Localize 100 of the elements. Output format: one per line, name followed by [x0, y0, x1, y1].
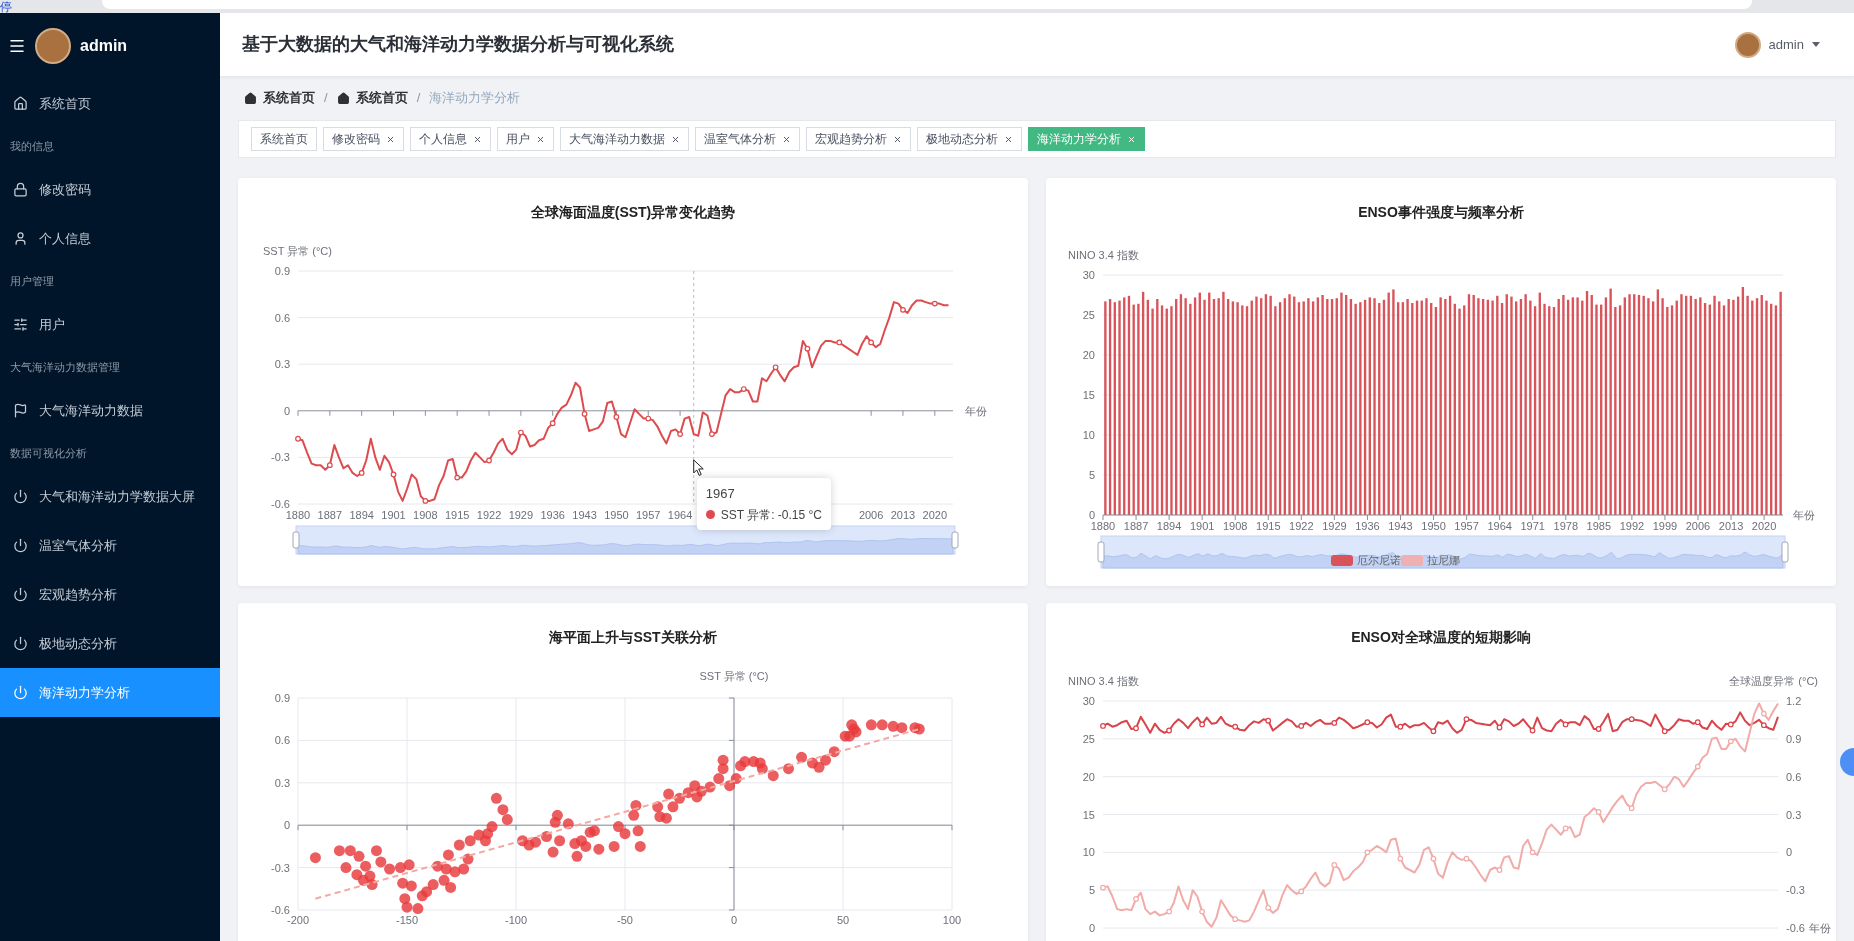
axis-tick-label: 1915 [444, 509, 470, 521]
axis-tick-label: 1908 [1223, 520, 1248, 532]
axis-tick-label: 2020 [922, 509, 948, 521]
axis-tick-label: 0.3 [1786, 808, 1802, 821]
axis-tick-label: 25 [1082, 309, 1095, 321]
axis-tick-label: 20 [1082, 770, 1095, 783]
axis-tick-label: 1880 [1090, 520, 1116, 532]
axis-tick-label: 0.3 [274, 358, 290, 371]
axis-tick-label: 1922 [1289, 520, 1314, 532]
axis-tick-label: 1950 [1421, 520, 1446, 532]
axis-tick-label: 1999 [1652, 520, 1678, 532]
axis-tick-label: 10 [1082, 429, 1095, 441]
axis-tick-label: -0.3 [271, 861, 290, 874]
axis-tick-label: 10 [1082, 846, 1095, 859]
menu-group-label: 数据可视化分析 [10, 446, 87, 462]
axis-tick-label: 2013 [1718, 520, 1744, 532]
axis-tick-label: -150 [396, 914, 418, 926]
axis-tick-label: 25 [1082, 732, 1095, 745]
axis-tick-label: 1.2 [1786, 695, 1802, 707]
axis-tick-label: 0.6 [274, 311, 290, 324]
tooltip-value: SST 异常: -0.15 °C [720, 506, 822, 524]
axis-tick-label: 1957 [1454, 520, 1479, 532]
axis-tick-label: 1929 [1322, 520, 1347, 532]
overlay-character: 停 [0, 0, 12, 14]
axis-title: 年份 [1809, 922, 1831, 934]
axis-tick-label: 1964 [1487, 520, 1512, 532]
axis-tick-label: 1992 [1619, 520, 1645, 532]
axis-tick-label: 1922 [476, 509, 502, 521]
axis-tick-label: 1887 [317, 509, 343, 521]
breadcrumb-separator: / [416, 89, 421, 108]
axis-tick-label: 0 [1786, 846, 1793, 859]
chart-title: 海平面上升与SST关联分析 [549, 628, 717, 647]
axis-tick-label: 5 [1088, 469, 1095, 481]
axis-tick-label: 1943 [572, 509, 597, 521]
axis-tick-label: -0.6 [1786, 922, 1805, 934]
axis-title: SST 异常 (°C) [699, 670, 769, 682]
axis-tick-label: 0.6 [274, 734, 290, 747]
axis-tick-label: 0.9 [1786, 732, 1802, 745]
menu-group-label: 我的信息 [10, 139, 54, 155]
menu-group-label: 大气海洋动力数据管理 [10, 360, 120, 376]
axis-tick-label: 1971 [1520, 520, 1545, 532]
axis-tick-label: 1950 [604, 509, 629, 521]
axis-tick-label: 0.9 [274, 265, 290, 277]
axis-tick-label: 1964 [667, 509, 693, 521]
axis-tick-label: 0 [1088, 922, 1095, 934]
axis-tick-label: 2013 [890, 509, 916, 521]
menu-group-label: 用户管理 [10, 274, 54, 290]
axis-tick-label: 1894 [349, 509, 374, 521]
axis-tick-label: 0 [730, 914, 738, 926]
chart-title: 全球海面温度(SST)异常变化趋势 [530, 203, 736, 222]
axis-tick-label: 0.6 [1786, 770, 1802, 783]
user-name: admin [80, 36, 128, 56]
axis-tick-label: 2006 [1685, 520, 1711, 532]
tooltip-title: 1967 [705, 485, 736, 503]
axis-title: NINO 3.4 指数 [1068, 675, 1139, 687]
axis-tick-label: 5 [1088, 884, 1095, 897]
axis-tick-label: -0.6 [271, 498, 290, 510]
axis-tick-label: 30 [1082, 269, 1095, 281]
axis-tick-label: -0.3 [271, 451, 290, 464]
axis-tick-label: 1901 [1189, 520, 1215, 532]
breadcrumb-separator: / [324, 89, 328, 108]
axis-tick-label: 1929 [508, 509, 534, 521]
chart-title: ENSO对全球温度的短期影响 [1351, 628, 1531, 647]
axis-tick-label: 2006 [858, 509, 884, 521]
axis-title: 年份 [1793, 509, 1815, 521]
axis-title: NINO 3.4 指数 [1068, 249, 1139, 261]
axis-tick-label: 1957 [636, 509, 661, 521]
breadcrumb-current: 海洋动力学分析 [429, 89, 521, 108]
axis-tick-label: 1943 [1388, 520, 1413, 532]
axis-tick-label: -0.6 [271, 904, 290, 916]
axis-tick-label: 0 [283, 404, 290, 417]
axis-tick-label: 1894 [1156, 520, 1182, 532]
axis-tick-label: 15 [1082, 808, 1095, 821]
axis-tick-label: 1985 [1586, 520, 1612, 532]
axis-tick-label: 1915 [1256, 520, 1281, 532]
axis-tick-label: -200 [287, 914, 309, 926]
axis-tick-label: -0.3 [1786, 884, 1805, 897]
axis-tick-label: -50 [617, 914, 633, 926]
axis-title: 全球温度异常 (°C) [1729, 675, 1818, 687]
axis-tick-label: 1887 [1123, 520, 1149, 532]
app-title: 基于大数据的大气和海洋动力学数据分析与可视化系统 [242, 33, 674, 56]
axis-tick-label: 0.3 [274, 776, 290, 789]
axis-title: 年份 [965, 404, 987, 417]
axis-tick-label: -100 [505, 914, 527, 926]
axis-tick-label: 1901 [381, 509, 406, 521]
axis-tick-label: 20 [1082, 349, 1095, 361]
axis-tick-label: 0.9 [274, 692, 290, 704]
axis-tick-label: 50 [836, 914, 850, 926]
axis-tick-label: 1936 [540, 509, 565, 521]
axis-tick-label: 0 [283, 819, 290, 832]
axis-tick-label: 1908 [413, 509, 438, 521]
axis-tick-label: 100 [942, 914, 962, 926]
axis-tick-label: 15 [1082, 389, 1095, 401]
axis-tick-label: 2020 [1751, 520, 1777, 532]
axis-tick-label: 1880 [285, 509, 311, 521]
chart-title: ENSO事件强度与频率分析 [1358, 203, 1524, 222]
axis-title: SST 异常 (°C) [263, 245, 332, 257]
axis-tick-label: 30 [1082, 695, 1095, 707]
axis-tick-label: 1978 [1553, 520, 1578, 532]
axis-tick-label: 0 [1088, 509, 1095, 521]
